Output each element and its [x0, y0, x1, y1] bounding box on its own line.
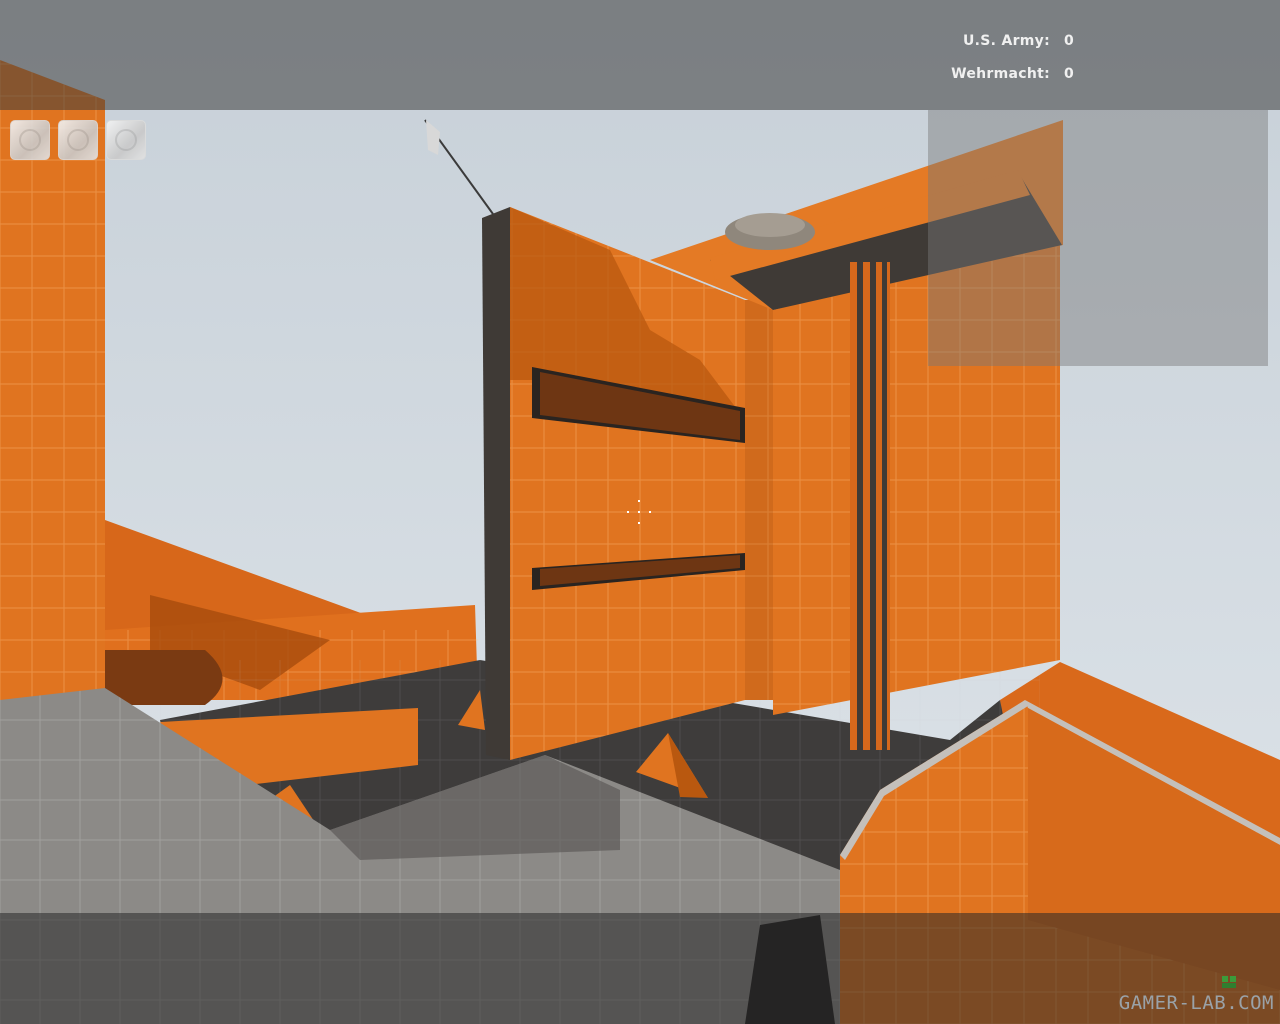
- tower-edge: [482, 207, 510, 760]
- left-tunnel: [105, 650, 223, 705]
- game-viewport[interactable]: U.S. Army: 0 Wehrmacht: 0 GAMER-LAB.COM: [0, 0, 1280, 1024]
- empty-slot-icon: [67, 129, 89, 151]
- inventory-slot-2[interactable]: [58, 120, 98, 160]
- inventory-slot-3[interactable]: [106, 120, 146, 160]
- minimap-panel: [928, 110, 1268, 366]
- team-score-wehrmacht: 0: [1064, 66, 1075, 82]
- score-us-army: U.S. Army: 0: [962, 33, 1074, 49]
- hud-bottom-bar: [0, 913, 1280, 1024]
- team-name-us-army: U.S. Army:: [962, 33, 1050, 49]
- team-score-us-army: 0: [1064, 33, 1075, 49]
- hud-top-bar: [0, 0, 1280, 110]
- crosshair-icon: [624, 497, 654, 527]
- watermark-logo-icon: [1222, 976, 1236, 988]
- team-name-wehrmacht: Wehrmacht:: [951, 66, 1050, 82]
- empty-slot-icon: [19, 129, 41, 151]
- inventory-slot-1[interactable]: [10, 120, 50, 160]
- watermark-text: GAMER-LAB.COM: [1118, 992, 1274, 1014]
- score-wehrmacht: Wehrmacht: 0: [951, 66, 1074, 82]
- empty-slot-icon: [115, 129, 137, 151]
